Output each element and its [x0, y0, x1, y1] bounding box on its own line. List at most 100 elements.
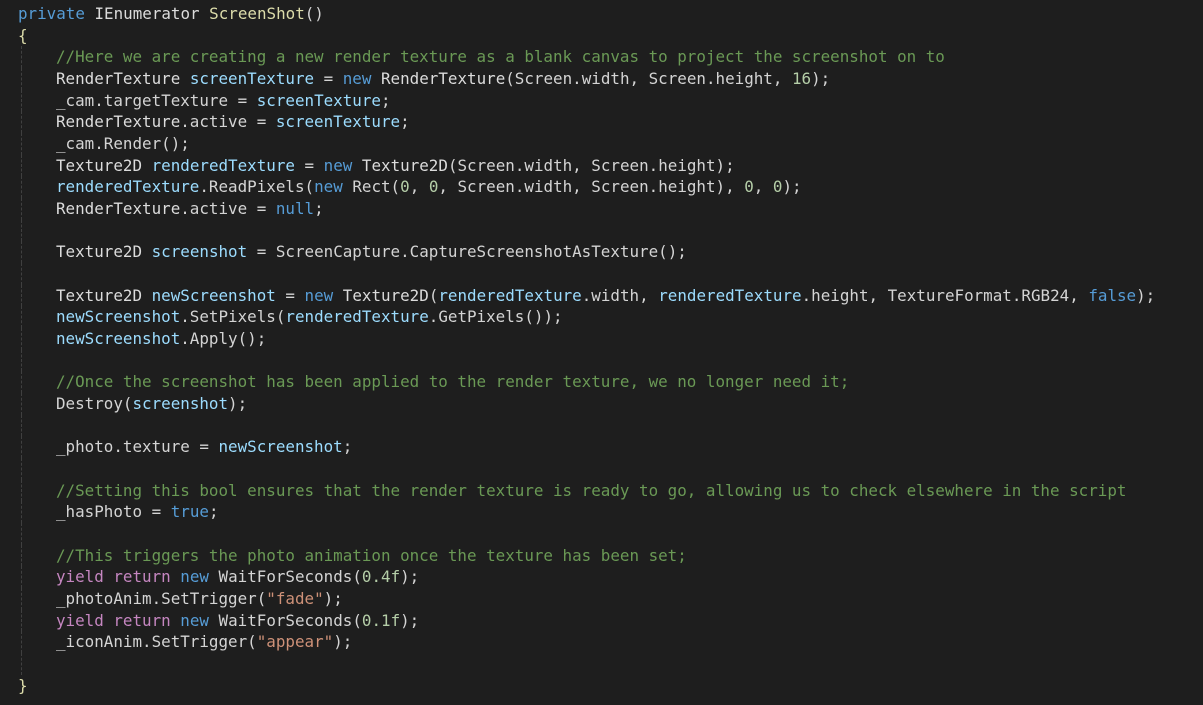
code-line[interactable]: newScreenshot.Apply(); [0, 328, 1203, 350]
indent-guide [21, 154, 22, 177]
code-token-plain: .GetPixels()); [428, 307, 563, 327]
code-line[interactable]: Texture2D screenshot = ScreenCapture.Cap… [0, 241, 1203, 264]
code-token-plain: .width, [581, 285, 659, 305]
code-line[interactable] [0, 458, 1203, 480]
code-line[interactable]: RenderTexture.active = screenTexture; [0, 111, 1203, 134]
code-line[interactable]: } [0, 675, 1203, 697]
code-line[interactable]: newScreenshot.SetPixels(renderedTexture.… [0, 306, 1203, 329]
code-token-ctrl: return [113, 567, 171, 587]
code-token-var: renderedTexture [56, 177, 200, 197]
indent-guide [21, 588, 22, 610]
code-token-plain: ; [400, 112, 410, 132]
code-token-num: 0.4f [361, 567, 401, 587]
code-token-plain: ); [782, 177, 802, 197]
code-token-plain: , [409, 177, 429, 197]
indent-guide [21, 133, 22, 155]
code-token-plain: ); [323, 589, 343, 609]
code-line[interactable]: _photoAnim.SetTrigger("fade"); [0, 588, 1203, 610]
code-token-plain: ); [333, 632, 353, 652]
indent-guide [21, 371, 22, 394]
code-line[interactable]: //Once the screenshot has been applied t… [0, 371, 1203, 394]
code-token-var: screenshot [132, 394, 229, 414]
code-line[interactable]: renderedTexture.ReadPixels(new Rect(0, 0… [0, 176, 1203, 199]
code-line[interactable] [0, 523, 1203, 545]
code-line[interactable] [0, 263, 1203, 285]
indent-guide [21, 479, 22, 502]
code-token-plain: = [294, 155, 324, 175]
code-token-plain: ); [811, 69, 831, 89]
code-token-cmt: //Setting this bool ensures that the ren… [56, 480, 1127, 500]
code-token-var: screenTexture [256, 90, 381, 110]
code-token-plain: = [275, 285, 305, 305]
code-token-plain: ; [208, 502, 219, 522]
code-line[interactable]: Destroy(screenshot); [0, 393, 1203, 415]
code-token-kw: new [304, 285, 334, 305]
code-line[interactable] [0, 349, 1203, 372]
indent-guide [21, 263, 22, 285]
code-token-plain: ( [428, 285, 439, 305]
indent-guide [21, 609, 22, 632]
code-token-kw: private [18, 4, 85, 23]
indent-guide [21, 566, 22, 589]
code-line[interactable]: _cam.Render(); [0, 133, 1203, 155]
code-line[interactable] [0, 653, 1203, 675]
code-line[interactable]: Texture2D renderedTexture = new Texture2… [0, 154, 1203, 177]
code-token-plain: , [753, 177, 773, 197]
code-token-var: screenshot [151, 242, 248, 262]
code-token-cmt: //Here we are creating a new render text… [56, 47, 945, 67]
code-token-ident: RenderTexture [56, 112, 181, 132]
code-line[interactable]: _photo.texture = newScreenshot; [0, 436, 1203, 459]
code-line[interactable]: yield return new WaitForSeconds(0.1f); [0, 609, 1203, 632]
code-line[interactable]: private IEnumerator ScreenShot() [0, 3, 1203, 25]
code-line[interactable]: Texture2D newScreenshot = new Texture2D(… [0, 284, 1203, 307]
code-token-ctrl: yield [56, 610, 104, 630]
code-line[interactable]: _iconAnim.SetTrigger("appear"); [0, 631, 1203, 654]
indent-guide [21, 631, 22, 654]
code-line[interactable]: RenderTexture.active = null; [0, 198, 1203, 220]
indent-guide [21, 176, 22, 199]
code-token-func: ScreenShot [209, 4, 305, 23]
code-token-plain: (Screen.width, Screen.height, [505, 69, 792, 89]
code-token-kw: new [342, 69, 372, 89]
code-token-kw: null [275, 199, 315, 219]
code-token-ident: IEnumerator [94, 4, 200, 23]
indent-guide [21, 219, 22, 242]
code-token-plain: ; [380, 90, 391, 110]
code-token-plain: .Apply(); [180, 329, 267, 349]
indent-guide [21, 46, 22, 69]
code-token-cmt: //This triggers the photo animation once… [56, 545, 687, 565]
code-line[interactable] [0, 219, 1203, 242]
indent-guide [21, 501, 22, 524]
code-editor[interactable]: private IEnumerator ScreenShot(){//Here … [0, 0, 1203, 705]
code-token-plain: ; [314, 199, 324, 219]
code-line[interactable]: //This triggers the photo animation once… [0, 544, 1203, 567]
code-line[interactable] [0, 414, 1203, 437]
code-line[interactable]: _hasPhoto = true; [0, 501, 1203, 524]
code-token-ctrl: yield [56, 567, 104, 587]
code-token-ident: Texture2D [56, 155, 143, 175]
code-token-cmt: //Once the screenshot has been applied t… [56, 372, 850, 392]
code-line[interactable]: //Here we are creating a new render text… [0, 46, 1203, 69]
code-token-plain: _cam.targetTexture = [56, 90, 257, 110]
indent-guide [21, 393, 22, 415]
indent-guide [21, 523, 22, 545]
code-area[interactable]: private IEnumerator ScreenShot(){//Here … [0, 3, 1203, 697]
code-token-num: 0 [428, 177, 439, 197]
code-line[interactable]: _cam.targetTexture = screenTexture; [0, 89, 1203, 112]
code-token-var: renderedTexture [151, 155, 295, 175]
code-line[interactable]: //Setting this bool ensures that the ren… [0, 479, 1203, 502]
code-line[interactable]: { [0, 25, 1203, 47]
code-token-str: "fade" [266, 589, 324, 609]
code-token-plain: , Screen.width, Screen.height), [438, 177, 745, 197]
indent-guide [21, 89, 22, 112]
indent-guide [21, 328, 22, 350]
code-line[interactable]: RenderTexture screenTexture = new Render… [0, 68, 1203, 90]
code-line[interactable]: yield return new WaitForSeconds(0.4f); [0, 566, 1203, 589]
code-token-plain: .active = [180, 112, 276, 132]
code-token-plain: ); [400, 567, 420, 587]
